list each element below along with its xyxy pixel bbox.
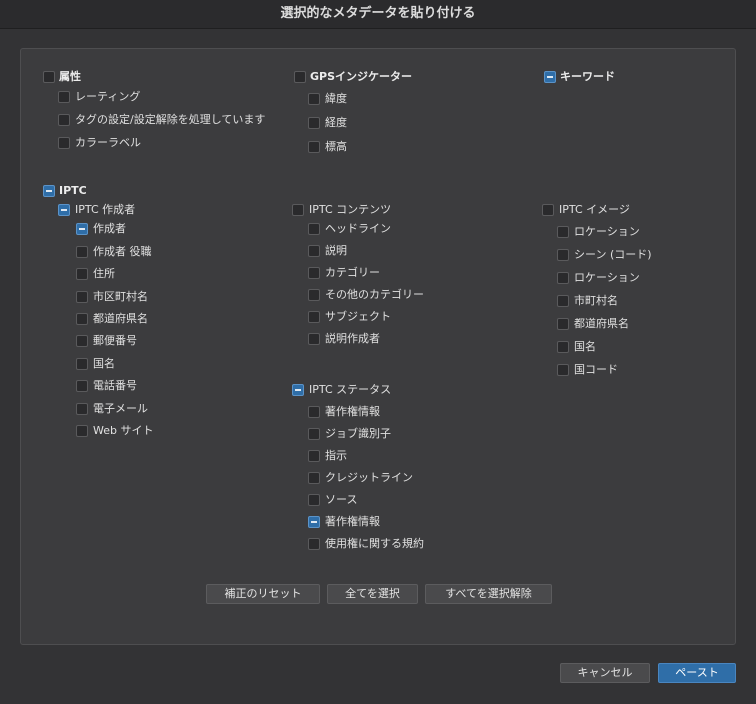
keyword-label: キーワード <box>560 70 615 83</box>
subject-label: サブジェクト <box>325 310 391 323</box>
job-id-checkbox[interactable] <box>308 428 320 440</box>
source-label: ソース <box>325 493 358 506</box>
location2-label: ロケーション <box>574 271 640 284</box>
deselect-all-button[interactable]: すべてを選択解除 <box>425 584 552 604</box>
phone-checkbox[interactable] <box>76 380 88 392</box>
creator-label: 作成者 <box>93 222 126 235</box>
description-label: 説明 <box>325 244 347 257</box>
creator-title-label: 作成者 役職 <box>93 245 152 258</box>
location2-checkbox[interactable] <box>557 272 569 284</box>
country-code-label: 国コード <box>574 363 618 376</box>
location-checkbox[interactable] <box>557 226 569 238</box>
rating-checkbox[interactable] <box>58 91 70 103</box>
iptc-label: IPTC <box>59 184 87 197</box>
municipality-checkbox[interactable] <box>557 295 569 307</box>
description-writer-label: 説明作成者 <box>325 332 380 345</box>
longitude-label: 経度 <box>325 116 347 129</box>
paste-button[interactable]: ペースト <box>658 663 736 683</box>
scene-code-label: シーン (コード) <box>574 248 652 261</box>
select-all-button[interactable]: 全てを選択 <box>327 584 418 604</box>
iptc-image-label: IPTC イメージ <box>559 203 630 216</box>
attr-checkbox[interactable] <box>43 71 55 83</box>
headline-checkbox[interactable] <box>308 223 320 235</box>
category-checkbox[interactable] <box>308 267 320 279</box>
municipality-label: 市町村名 <box>574 294 618 307</box>
city-checkbox[interactable] <box>76 291 88 303</box>
iptc-contents-checkbox[interactable] <box>292 204 304 216</box>
country-code-checkbox[interactable] <box>557 364 569 376</box>
postal-checkbox[interactable] <box>76 335 88 347</box>
altitude-label: 標高 <box>325 140 347 153</box>
credit-line-label: クレジットライン <box>325 471 413 484</box>
job-id-label: ジョブ識別子 <box>325 427 391 440</box>
description-checkbox[interactable] <box>308 245 320 257</box>
color-label-label: カラーラベル <box>75 136 141 149</box>
country-name-label: 国名 <box>574 340 596 353</box>
description-writer-checkbox[interactable] <box>308 333 320 345</box>
iptc-status-checkbox[interactable] <box>292 384 304 396</box>
country-name-checkbox[interactable] <box>557 341 569 353</box>
gps-checkbox[interactable] <box>294 71 306 83</box>
creator-checkbox[interactable] <box>76 223 88 235</box>
website-label: Web サイト <box>93 424 154 437</box>
usage-terms-label: 使用権に関する規約 <box>325 537 424 550</box>
website-checkbox[interactable] <box>76 425 88 437</box>
latitude-checkbox[interactable] <box>308 93 320 105</box>
country-checkbox[interactable] <box>76 358 88 370</box>
city-label: 市区町村名 <box>93 290 148 303</box>
phone-label: 電話番号 <box>93 379 137 392</box>
tag-checkbox[interactable] <box>58 114 70 126</box>
category-label: カテゴリー <box>325 266 380 279</box>
copyright-checkbox[interactable] <box>308 406 320 418</box>
usage-terms-checkbox[interactable] <box>308 538 320 550</box>
longitude-checkbox[interactable] <box>308 117 320 129</box>
prefecture-checkbox[interactable] <box>557 318 569 330</box>
prefecture-label: 都道府県名 <box>574 317 629 330</box>
cancel-button[interactable]: キャンセル <box>560 663 650 683</box>
tag-label: タグの設定/設定解除を処理しています <box>75 113 266 126</box>
iptc-status-label: IPTC ステータス <box>309 383 392 396</box>
creator-title-checkbox[interactable] <box>76 246 88 258</box>
altitude-checkbox[interactable] <box>308 141 320 153</box>
iptc-creator-label: IPTC 作成者 <box>75 203 136 216</box>
credit-line-checkbox[interactable] <box>308 472 320 484</box>
iptc-contents-label: IPTC コンテンツ <box>309 203 392 216</box>
subject-checkbox[interactable] <box>308 311 320 323</box>
address-label: 住所 <box>93 267 115 280</box>
instructions-label: 指示 <box>325 449 347 462</box>
state-checkbox[interactable] <box>76 313 88 325</box>
metadata-options-panel: 属性 レーティング タグの設定/設定解除を処理しています カラーラベル IPTC… <box>20 48 736 645</box>
iptc-checkbox[interactable] <box>43 185 55 197</box>
state-label: 都道府県名 <box>93 312 148 325</box>
email-label: 電子メール <box>93 402 148 415</box>
iptc-image-checkbox[interactable] <box>542 204 554 216</box>
latitude-label: 緯度 <box>325 92 347 105</box>
keyword-checkbox[interactable] <box>544 71 556 83</box>
other-category-checkbox[interactable] <box>308 289 320 301</box>
copyright-label: 著作権情報 <box>325 405 380 418</box>
instructions-checkbox[interactable] <box>308 450 320 462</box>
other-category-label: その他のカテゴリー <box>325 288 424 301</box>
reset-adjustments-button[interactable]: 補正のリセット <box>206 584 320 604</box>
location-label: ロケーション <box>574 225 640 238</box>
source-checkbox[interactable] <box>308 494 320 506</box>
attr-label: 属性 <box>59 70 81 83</box>
gps-label: GPSインジケーター <box>310 70 413 83</box>
country-label: 国名 <box>93 357 115 370</box>
color-label-checkbox[interactable] <box>58 137 70 149</box>
iptc-creator-checkbox[interactable] <box>58 204 70 216</box>
copyright-info-label: 著作権情報 <box>325 515 380 528</box>
copyright-info-checkbox[interactable] <box>308 516 320 528</box>
headline-label: ヘッドライン <box>325 222 391 235</box>
scene-code-checkbox[interactable] <box>557 249 569 261</box>
postal-label: 郵便番号 <box>93 334 137 347</box>
dialog-title: 選択的なメタデータを貼り付ける <box>0 0 756 29</box>
address-checkbox[interactable] <box>76 268 88 280</box>
email-checkbox[interactable] <box>76 403 88 415</box>
rating-label: レーティング <box>75 90 141 103</box>
